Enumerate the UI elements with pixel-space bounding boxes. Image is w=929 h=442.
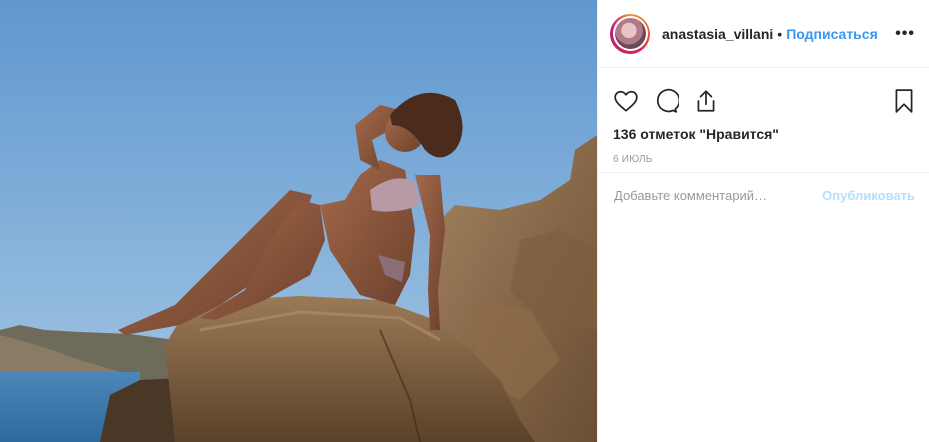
share-icon[interactable] [693,88,719,114]
avatar-image [614,18,646,49]
photo-scene [0,0,597,442]
post-photo[interactable] [0,0,597,442]
heart-icon[interactable] [613,88,639,114]
likes-count[interactable]: 136 отметок "Нравится" [598,126,929,142]
comment-icon[interactable] [653,88,679,114]
more-options-icon[interactable]: ••• [895,25,915,43]
comment-input[interactable]: Добавьте комментарий… [614,188,822,203]
post-sidebar: anastasia_villani • Подписаться ••• 136 … [597,0,929,442]
separator-dot: • [777,25,783,42]
bookmark-icon[interactable] [891,88,917,114]
header-text: anastasia_villani • Подписаться [662,26,895,42]
avatar[interactable] [610,13,650,54]
post-header: anastasia_villani • Подписаться ••• [598,0,929,68]
follow-button[interactable]: Подписаться [786,26,878,42]
post-date: 6 июль [613,154,653,165]
comment-form: Добавьте комментарий… Опубликовать [598,172,929,218]
username-link[interactable]: anastasia_villani [662,26,773,42]
action-bar [598,78,929,124]
publish-button[interactable]: Опубликовать [822,188,915,203]
